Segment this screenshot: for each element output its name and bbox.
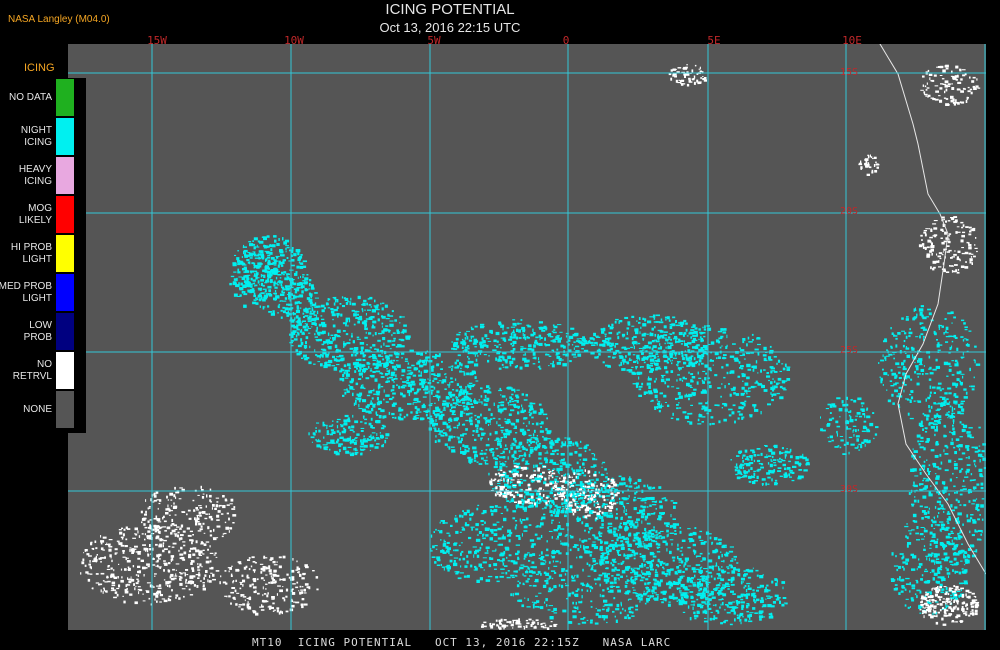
- legend-item-label: NO DATA: [9, 91, 52, 103]
- map-canvas: [68, 44, 986, 630]
- legend-swatch: [56, 79, 74, 116]
- legend: NO DATA NIGHT ICING HEAVY ICING MOG LIKELY H…: [0, 78, 86, 433]
- legend-item: MOG LIKELY: [0, 195, 86, 234]
- lat-label-15s: 15S: [840, 67, 859, 78]
- legend-swatch: [56, 196, 74, 233]
- legend-item-label: NO RETRVL: [12, 358, 52, 382]
- legend-item-label: MED PROB LIGHT: [0, 280, 52, 304]
- legend-swatch: [56, 352, 74, 389]
- legend-item: NO DATA: [0, 78, 86, 117]
- footer-text: MT10 ICING POTENTIAL OCT 13, 2016 22:15Z…: [252, 636, 672, 649]
- legend-item-label: NONE: [23, 403, 52, 415]
- legend-item: NO RETRVL: [0, 351, 86, 390]
- icing-cloud-layer: [229, 235, 986, 626]
- legend-item: MED PROB LIGHT: [0, 273, 86, 312]
- legend-swatch: [56, 391, 74, 428]
- legend-item: HEAVY ICING: [0, 156, 86, 195]
- satellite-map[interactable]: [68, 44, 986, 630]
- legend-item: LOW PROB: [0, 312, 86, 351]
- legend-item-label: LOW PROB: [23, 319, 52, 343]
- coastline: [879, 44, 986, 575]
- legend-swatch: [56, 274, 74, 311]
- legend-swatch: [56, 313, 74, 350]
- legend-item: NIGHT ICING: [0, 117, 86, 156]
- legend-swatch: [56, 235, 74, 272]
- footer-bar: MT10 ICING POTENTIAL OCT 13, 2016 22:15Z…: [0, 635, 1000, 650]
- legend-item-label: HI PROB LIGHT: [10, 241, 52, 265]
- legend-swatch: [56, 157, 74, 194]
- legend-swatch: [56, 118, 74, 155]
- legend-item-label: HEAVY ICING: [18, 163, 52, 187]
- legend-title: ICING: [24, 62, 55, 74]
- lat-label-20s: 20S: [840, 206, 859, 217]
- legend-item-label: MOG LIKELY: [18, 202, 52, 226]
- page-subtitle: Oct 13, 2016 22:15 UTC: [379, 20, 521, 35]
- legend-item: NONE: [0, 390, 86, 429]
- legend-item-label: NIGHT ICING: [20, 124, 52, 148]
- lat-label-25s: 25S: [840, 345, 859, 356]
- legend-item: HI PROB LIGHT: [0, 234, 86, 273]
- lat-label-30s: 30S: [840, 484, 859, 495]
- page-title: ICING POTENTIAL: [385, 1, 515, 18]
